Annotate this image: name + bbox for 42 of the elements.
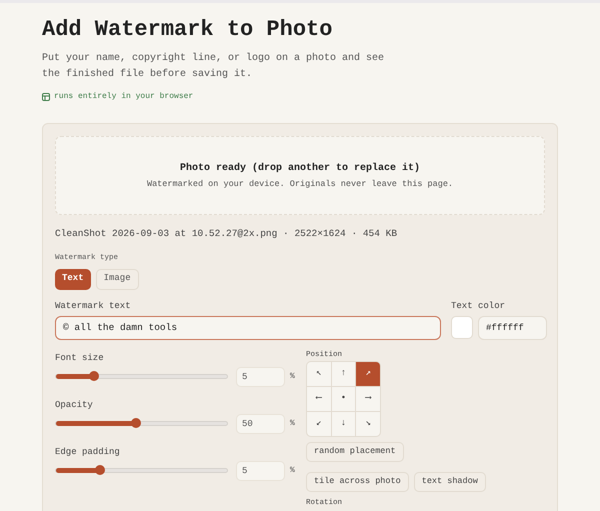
position-cell[interactable]: ↗ [356,362,380,386]
page-title: Add Watermark to Photo [42,16,334,44]
slider-label: Edge padding [55,446,121,458]
position-cell[interactable]: ↖ [307,362,331,386]
slider-label: Opacity [55,398,94,410]
slider-thumb[interactable] [131,418,142,428]
position-cell[interactable]: • [332,386,356,410]
slider-track[interactable] [55,468,228,473]
toggle-chip[interactable]: text shadow [414,472,486,492]
position-cell[interactable]: ⟶ [356,386,380,410]
type-tab[interactable]: Text [55,268,91,290]
position-cell[interactable]: ↑ [332,362,356,386]
drop-zone-title: Photo ready (drop another to replace it) [180,162,420,176]
page-subtitle: Put your name, copyright line, or logo on a photo and see the finished file before saving it. [42,52,386,82]
type-tab[interactable]: Image [96,268,139,290]
color-hex-field[interactable]: #ffffff [478,316,547,340]
slider-value-field[interactable]: 5 [236,460,285,480]
slider-track[interactable] [55,421,228,426]
watermark-text-field[interactable]: © all the damn tools [55,316,441,340]
unit-label: % [290,464,295,476]
slider-label: Font size [55,352,105,364]
slider-track[interactable] [55,374,228,379]
slider-thumb[interactable] [88,371,99,381]
slider-value-field[interactable]: 5 [236,366,285,386]
position-cell[interactable]: ↓ [332,412,356,436]
position-cell[interactable]: ⟵ [307,386,331,410]
slider-thumb[interactable] [95,465,106,475]
drop-zone-note: Watermarked on your device. Originals never leave this page. [146,178,454,190]
browser-icon [42,93,50,101]
position-cell[interactable]: ↙ [307,412,331,436]
unit-label: % [290,370,295,382]
local-processing-note: runs entirely in your browser [54,91,194,103]
slider-value-field[interactable]: 50 [236,414,285,434]
field-label: Text color [451,300,506,312]
file-info: CleanShot 2026-09-03 at 10.52.27@2x.png · 2522×1624 · 454 KB [55,227,398,241]
position-cell[interactable]: ↘ [356,412,380,436]
toggle-chip[interactable]: tile across photo [306,472,409,492]
random-placement-button[interactable]: random placement [306,442,404,462]
unit-label: % [290,418,295,430]
field-label: Watermark text [55,300,132,312]
drop-zone[interactable]: Photo ready (drop another to replace it) Watermarked on your device. Originals never leave this page. [55,136,545,215]
color-swatch[interactable] [451,316,473,338]
